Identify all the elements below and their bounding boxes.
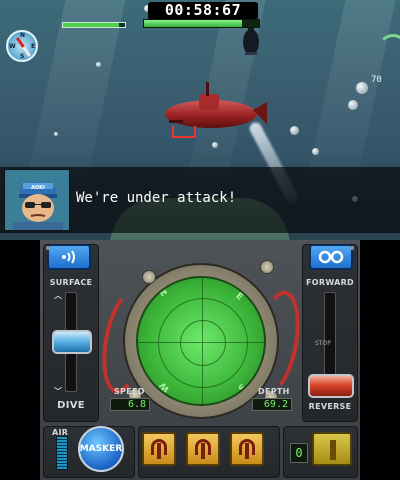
sonar-ping-button[interactable] (47, 244, 91, 270)
compass-west: W (9, 43, 16, 50)
speed-label: SPEED (114, 387, 145, 396)
speed-readout: 6.8 (110, 398, 150, 411)
bubble (212, 142, 218, 148)
crew-avatar-icon: AOKI (5, 170, 69, 230)
top-screen: 00:58:67 N E S W 70 AOKI We're under att… (0, 0, 400, 240)
bubble (312, 148, 319, 155)
bubble (356, 82, 368, 94)
bubble (96, 62, 101, 67)
bubble (54, 132, 58, 136)
up-chevron-icon: ︿ (54, 291, 63, 300)
rivet (46, 246, 50, 250)
radar-display[interactable]: N E S W (136, 276, 266, 406)
dialog-message: We're under attack! (76, 190, 237, 206)
compass-icon: N E S W (6, 30, 38, 62)
special-icon (330, 440, 336, 460)
surface-label: SURFACE (49, 278, 93, 287)
reverse-label: REVERSE (308, 402, 352, 411)
forward-label: FORWARD (306, 278, 354, 287)
compass-east: E (31, 43, 36, 50)
radar-east: E (233, 291, 245, 303)
character-portrait: AOKI (4, 169, 70, 231)
enemy-submarine (243, 26, 259, 55)
periscope-view-button[interactable] (309, 244, 353, 270)
sonar-gauge-icon (378, 34, 400, 64)
player-health-fill (144, 20, 242, 27)
torpedo-icon-stem (201, 443, 205, 459)
binoculars-icon (318, 250, 344, 264)
radar-west: W (157, 379, 172, 395)
game-screen: 00:58:67 N E S W 70 AOKI We're under att… (0, 0, 400, 480)
depth-label: DEPTH (258, 387, 290, 396)
throttle-lever-handle[interactable] (308, 374, 354, 398)
masker-button[interactable]: MASKER (78, 426, 124, 472)
depth-lever-handle[interactable] (52, 330, 92, 354)
torpedo-icon-stem (157, 443, 161, 459)
radar-crosshair-v (202, 278, 203, 404)
depth-readout: 69.2 (252, 398, 292, 411)
depth-indicator: 70 (371, 75, 382, 85)
dive-label: DIVE (57, 400, 85, 411)
special-weapon-button[interactable] (312, 432, 352, 466)
enemy-health-bar (62, 22, 126, 28)
enemy-health-fill (63, 23, 119, 27)
cap-badge-text: AOKI (31, 185, 45, 191)
sonar-ping-icon (62, 250, 75, 264)
bubble (348, 100, 358, 110)
bubble (290, 126, 299, 135)
radar-ring-inner (180, 320, 226, 366)
rivet (350, 246, 354, 250)
air-meter (56, 436, 68, 470)
target-reticle (172, 126, 196, 138)
radar-north: N (157, 286, 170, 300)
stop-label: STOP (315, 340, 331, 347)
weapon-slot-1[interactable] (142, 432, 176, 466)
weapon-slot-3[interactable] (230, 432, 264, 466)
touch-screen: SURFACE ︿ ﹀ DIVE FORWARD STOP REVERSE N … (40, 240, 360, 480)
torpedo-icon-stem (245, 443, 249, 459)
compass-north: N (20, 32, 26, 39)
compass-south: S (20, 53, 25, 60)
special-count: 0 (290, 443, 308, 463)
down-chevron-icon: ﹀ (54, 387, 63, 396)
mission-timer: 00:58:67 (164, 1, 242, 19)
weapon-slot-2[interactable] (186, 432, 220, 466)
player-health-bar (143, 19, 260, 28)
bezel-bolt (142, 270, 156, 284)
bezel-bolt (260, 260, 274, 274)
